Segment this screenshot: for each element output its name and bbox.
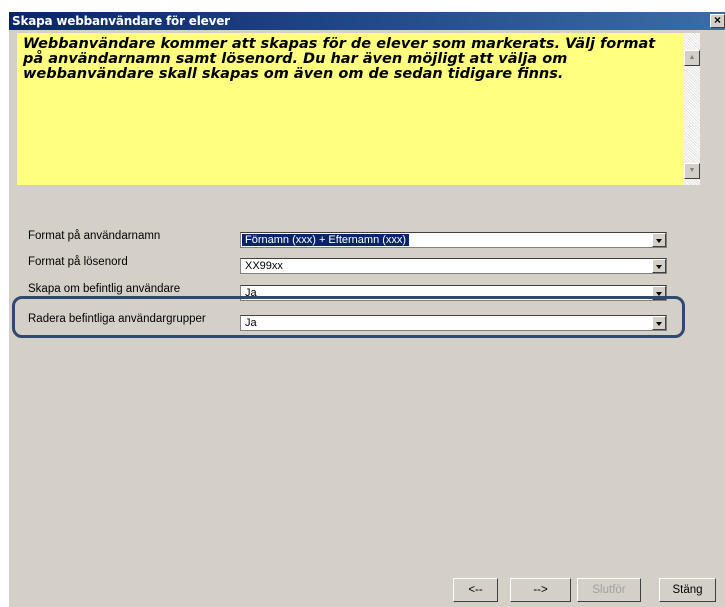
window-title: Skapa webbanvändare för elever bbox=[12, 14, 230, 28]
info-panel: Webbanvändare kommer att skapas för de e… bbox=[17, 33, 700, 185]
close-icon[interactable]: × bbox=[710, 14, 725, 28]
select-username-format-value: Förnamn (xxx) + Efternamn (xxx) bbox=[242, 234, 410, 246]
label-password-format: Format på lösenord bbox=[28, 256, 128, 268]
label-recreate-user: Skapa om befintlig användare bbox=[28, 283, 181, 295]
back-button[interactable]: <-- bbox=[453, 578, 498, 602]
next-button[interactable]: --> bbox=[510, 578, 571, 602]
highlight-annotation bbox=[12, 296, 685, 338]
select-password-format-value: XX99xx bbox=[245, 260, 283, 272]
close-button[interactable]: Stäng bbox=[659, 578, 716, 602]
select-username-format[interactable]: Förnamn (xxx) + Efternamn (xxx) bbox=[240, 232, 667, 248]
label-username-format: Format på användarnamn bbox=[28, 230, 161, 242]
chevron-down-icon[interactable] bbox=[652, 233, 666, 247]
info-scrollbar[interactable]: ▲ ▼ bbox=[684, 33, 700, 185]
info-text: Webbanvändare kommer att skapas för de e… bbox=[23, 36, 656, 82]
chevron-down-icon[interactable] bbox=[652, 259, 666, 273]
select-password-format[interactable]: XX99xx bbox=[240, 258, 667, 274]
finish-button[interactable]: Slutför bbox=[577, 578, 641, 602]
scroll-down-icon[interactable]: ▼ bbox=[684, 163, 700, 179]
scroll-up-icon[interactable]: ▲ bbox=[684, 50, 700, 66]
title-bar[interactable]: Skapa webbanvändare för elever × bbox=[9, 12, 725, 30]
